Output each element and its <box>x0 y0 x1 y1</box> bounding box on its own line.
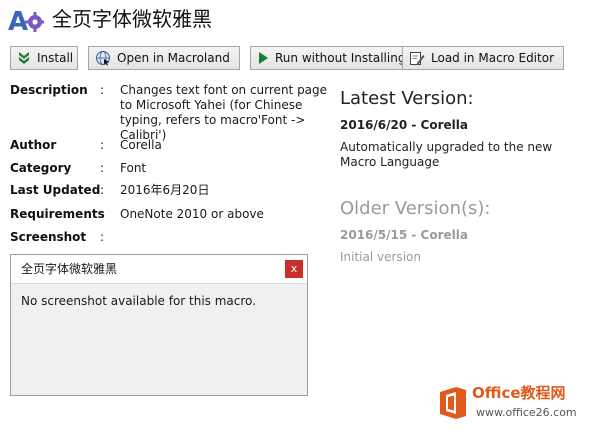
latest-version-heading: Latest Version: <box>340 88 474 109</box>
category-colon: : <box>100 161 105 175</box>
last-updated-value: 2016年6月20日 <box>120 183 210 197</box>
close-icon: x <box>290 262 298 275</box>
run-without-installing-button[interactable]: Run without Installing <box>250 46 406 70</box>
load-in-macro-editor-button[interactable]: Load in Macro Editor <box>402 46 564 70</box>
screenshot-colon: : <box>100 230 105 244</box>
author-label: Author <box>10 138 57 152</box>
older-version-note: Initial version <box>340 250 421 264</box>
watermark-brand: Office教程网 <box>472 384 566 402</box>
macro-app-icon: A <box>8 7 44 36</box>
requirements-colon: : <box>100 207 105 221</box>
open-in-macroland-button[interactable]: Open in Macroland <box>88 46 240 70</box>
latest-version-date: 2016/6/20 - Corella <box>340 118 468 132</box>
screenshot-dialog-title: 全页字体微软雅黑 <box>21 262 118 276</box>
older-version-date: 2016/5/15 - Corella <box>340 228 468 242</box>
office-watermark: Office教程网 www.office26.com <box>438 380 598 431</box>
description-value: Changes text font on current page to Mic… <box>120 83 328 142</box>
globe-icon <box>96 51 110 66</box>
older-versions-heading: Older Version(s): <box>340 198 491 219</box>
category-label: Category <box>10 161 72 175</box>
install-icon <box>19 52 29 64</box>
install-button[interactable]: Install <box>10 46 78 70</box>
office-logo-icon <box>440 387 466 419</box>
play-icon <box>259 52 268 64</box>
requirements-label: Requirements <box>10 207 105 221</box>
run-without-installing-label: Run without Installing <box>275 51 406 65</box>
page-title: 全页字体微软雅黑 <box>52 7 212 31</box>
load-in-macro-editor-label: Load in Macro Editor <box>431 51 554 65</box>
watermark-url: www.office26.com <box>476 406 577 419</box>
author-colon: : <box>100 138 105 152</box>
screenshot-dialog: 全页字体微软雅黑 x No screenshot available for t… <box>10 254 308 396</box>
screenshot-label: Screenshot <box>10 230 87 244</box>
last-updated-label: Last Updated <box>10 183 101 197</box>
latest-version-note: Automatically upgraded to the new Macro … <box>340 140 553 169</box>
requirements-value: OneNote 2010 or above <box>120 207 264 221</box>
category-value: Font <box>120 161 147 175</box>
edit-icon <box>410 52 425 65</box>
open-in-macroland-label: Open in Macroland <box>117 51 230 65</box>
screenshot-message: No screenshot available for this macro. <box>21 294 257 308</box>
author-value: Corella <box>120 138 162 152</box>
screenshot-dialog-titlebar: 全页字体微软雅黑 x <box>11 255 307 284</box>
close-button[interactable]: x <box>285 260 303 278</box>
description-label: Description <box>10 83 88 97</box>
install-label: Install <box>37 51 74 65</box>
last-updated-colon: : <box>100 183 105 197</box>
description-colon: : <box>100 83 105 97</box>
